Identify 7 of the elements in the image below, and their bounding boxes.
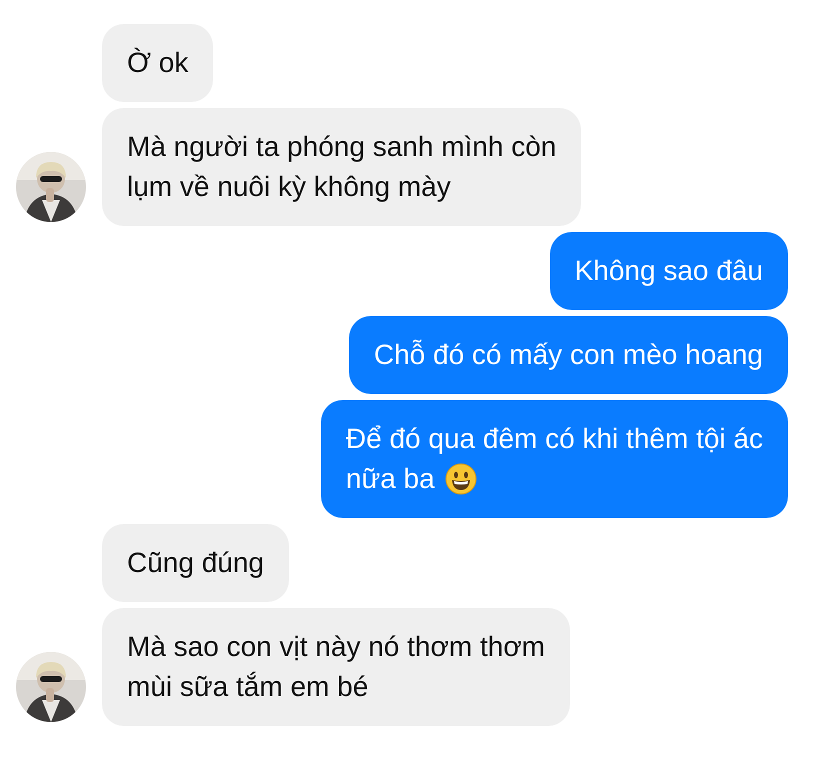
message-text: Ờ ok [127,47,188,78]
message-text: Không sao đâu [574,255,763,286]
message-text: Chỗ đó có mấy con mèo hoang [374,339,763,370]
message-text: Mà sao con vịt này nó thơm thơm mùi sữa tắm em bé [127,631,546,702]
message-text: Mà người ta phóng sanh mình còn lụm về nuôi kỳ không mày [127,131,556,202]
message-text: Cũng đúng [127,547,264,578]
message-text: Để đó qua đêm có khi thêm tội ác nữa ba [346,423,763,494]
